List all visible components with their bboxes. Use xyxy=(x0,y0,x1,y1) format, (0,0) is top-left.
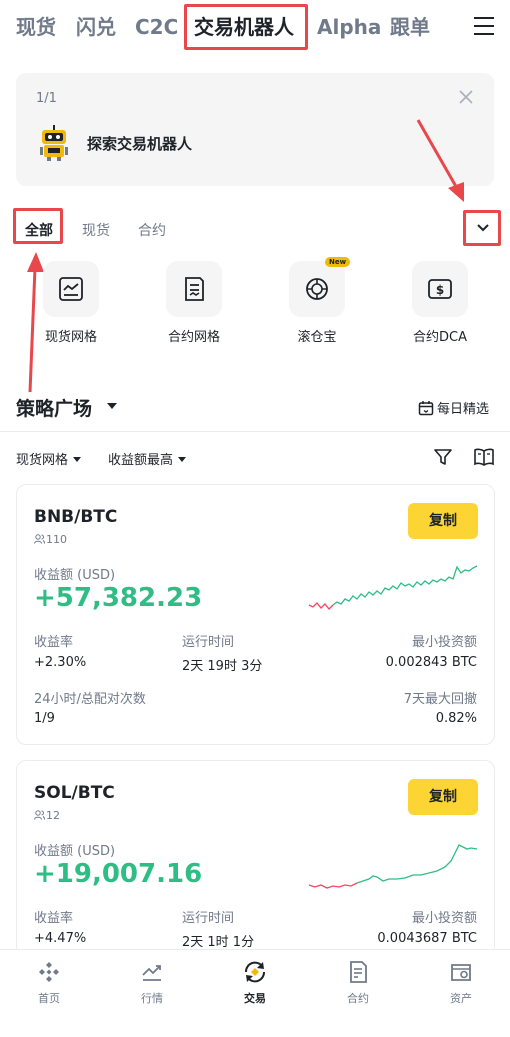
matches-value: 1/9 xyxy=(34,711,55,726)
nav-label: 合约 xyxy=(347,992,369,1005)
calendar-icon xyxy=(418,401,434,416)
spot-grid-icon xyxy=(59,277,83,301)
nav-home[interactable]: 首页 xyxy=(9,960,89,1006)
roi-value: +4.47% xyxy=(34,931,87,946)
home-icon xyxy=(39,962,59,982)
filter-icon[interactable] xyxy=(433,447,453,467)
bottom-navigation: 首页 行情 交易 合约 资产 xyxy=(0,949,510,1037)
min-invest-value: 0.0043687 BTC xyxy=(377,931,477,946)
futures-icon xyxy=(350,961,367,983)
profit-label: 收益额 (USD) xyxy=(34,844,116,859)
tab-spot[interactable]: 现货 xyxy=(16,12,56,42)
nav-futures[interactable]: 合约 xyxy=(318,960,398,1006)
chevron-down-icon xyxy=(477,224,489,232)
tool-futures-dca[interactable]: $ 合约DCA xyxy=(390,261,490,345)
user-count: 110 xyxy=(34,533,67,546)
tab-alpha[interactable]: Alpha xyxy=(317,12,381,42)
tool-label: 现货网格 xyxy=(44,330,97,345)
tool-label: 滚仓宝 xyxy=(297,330,337,345)
filter-sort[interactable]: 收益额最高 xyxy=(108,449,187,468)
strategy-card[interactable]: BNB/BTC 110 复制 收益额 (USD) +57,382.23 收益率 … xyxy=(16,484,495,745)
trading-pair: SOL/BTC xyxy=(34,783,115,803)
runtime-value: 2天 1时 1分 xyxy=(182,935,255,950)
min-invest-label: 最小投资额 xyxy=(411,911,477,926)
filter-type-label: 现货网格 xyxy=(16,453,69,468)
nav-markets[interactable]: 行情 xyxy=(112,960,192,1006)
copy-button[interactable]: 复制 xyxy=(408,503,478,539)
wallet-icon xyxy=(451,964,471,981)
caret-down-icon[interactable] xyxy=(107,403,117,409)
tool-futures-grid[interactable]: 合约网格 xyxy=(144,261,244,345)
tab-copy-trading[interactable]: 跟单 xyxy=(390,12,430,42)
close-icon[interactable] xyxy=(456,87,476,107)
tool-spot-grid[interactable]: 现货网格 xyxy=(21,261,121,345)
banner-title: 探索交易机器人 xyxy=(87,135,193,153)
users-icon xyxy=(34,534,45,544)
runtime-label: 运行时间 xyxy=(182,635,235,650)
tool-label: 合约网格 xyxy=(167,330,220,345)
profit-value: +57,382.23 xyxy=(34,583,203,613)
robot-icon xyxy=(40,125,68,161)
copy-button[interactable]: 复制 xyxy=(408,779,478,815)
markets-icon xyxy=(142,965,161,981)
roi-label: 收益率 xyxy=(34,911,74,926)
trading-pair: BNB/BTC xyxy=(34,507,118,527)
user-count: 12 xyxy=(34,809,60,822)
min-invest-value: 0.002843 BTC xyxy=(385,655,477,670)
category-tab-futures[interactable]: 合约 xyxy=(138,220,166,240)
strategy-card[interactable]: SOL/BTC 12 复制 收益额 (USD) +19,007.16 收益率 +… xyxy=(16,760,495,960)
profit-label: 收益额 (USD) xyxy=(34,568,116,583)
futures-dca-icon: $ xyxy=(428,279,452,299)
drawdown-value: 0.82% xyxy=(435,711,477,726)
drawdown-label: 7天最大回撤 xyxy=(403,692,477,707)
roi-label: 收益率 xyxy=(34,635,74,650)
svg-text:$: $ xyxy=(436,283,444,297)
min-invest-label: 最小投资额 xyxy=(411,635,477,650)
explore-banner[interactable]: 1/1 探索交易机器人 xyxy=(16,73,494,186)
profit-value: +19,007.16 xyxy=(34,859,203,889)
highlight-box-trading-bots xyxy=(184,4,308,50)
nav-assets[interactable]: 资产 xyxy=(421,960,501,1006)
filter-sort-label: 收益额最高 xyxy=(108,453,174,468)
caret-down-icon xyxy=(73,457,82,462)
caret-down-icon xyxy=(178,457,187,462)
hamburger-menu-icon[interactable] xyxy=(474,17,494,35)
runtime-label: 运行时间 xyxy=(182,911,235,926)
daily-picks-link[interactable]: 每日精选 xyxy=(418,398,489,417)
divider xyxy=(0,431,510,432)
guide-book-icon[interactable] xyxy=(473,447,495,467)
matches-label: 24小时/总配对次数 xyxy=(34,692,146,707)
profit-sparkline xyxy=(308,844,478,889)
roll-position-icon xyxy=(306,278,328,300)
tool-roll-position[interactable]: New 滚仓宝 xyxy=(267,257,367,345)
banner-page-indicator: 1/1 xyxy=(36,91,57,106)
trade-icon xyxy=(244,961,266,983)
tab-convert[interactable]: 闪兑 xyxy=(76,12,116,42)
user-count-value: 110 xyxy=(46,533,67,546)
highlight-box-all xyxy=(13,208,63,244)
roi-value: +2.30% xyxy=(34,655,87,670)
futures-grid-icon xyxy=(185,277,204,301)
tab-c2c[interactable]: C2C xyxy=(135,12,178,42)
user-count-value: 12 xyxy=(46,809,60,822)
nav-label: 交易 xyxy=(244,992,266,1005)
filter-strategy-type[interactable]: 现货网格 xyxy=(16,449,82,468)
users-icon xyxy=(34,810,45,820)
category-tab-spot[interactable]: 现货 xyxy=(82,220,110,240)
expand-categories-button[interactable] xyxy=(463,210,501,246)
new-badge: New xyxy=(325,257,351,267)
strategy-plaza-title[interactable]: 策略广场 xyxy=(16,394,92,421)
nav-label: 资产 xyxy=(450,992,472,1005)
runtime-value: 2天 19时 3分 xyxy=(182,659,263,674)
nav-trade[interactable]: 交易 xyxy=(215,960,295,1006)
tool-label: 合约DCA xyxy=(413,330,467,345)
nav-label: 首页 xyxy=(38,992,60,1005)
daily-picks-label: 每日精选 xyxy=(437,402,490,417)
nav-label: 行情 xyxy=(141,992,163,1005)
profit-sparkline xyxy=(308,565,478,610)
